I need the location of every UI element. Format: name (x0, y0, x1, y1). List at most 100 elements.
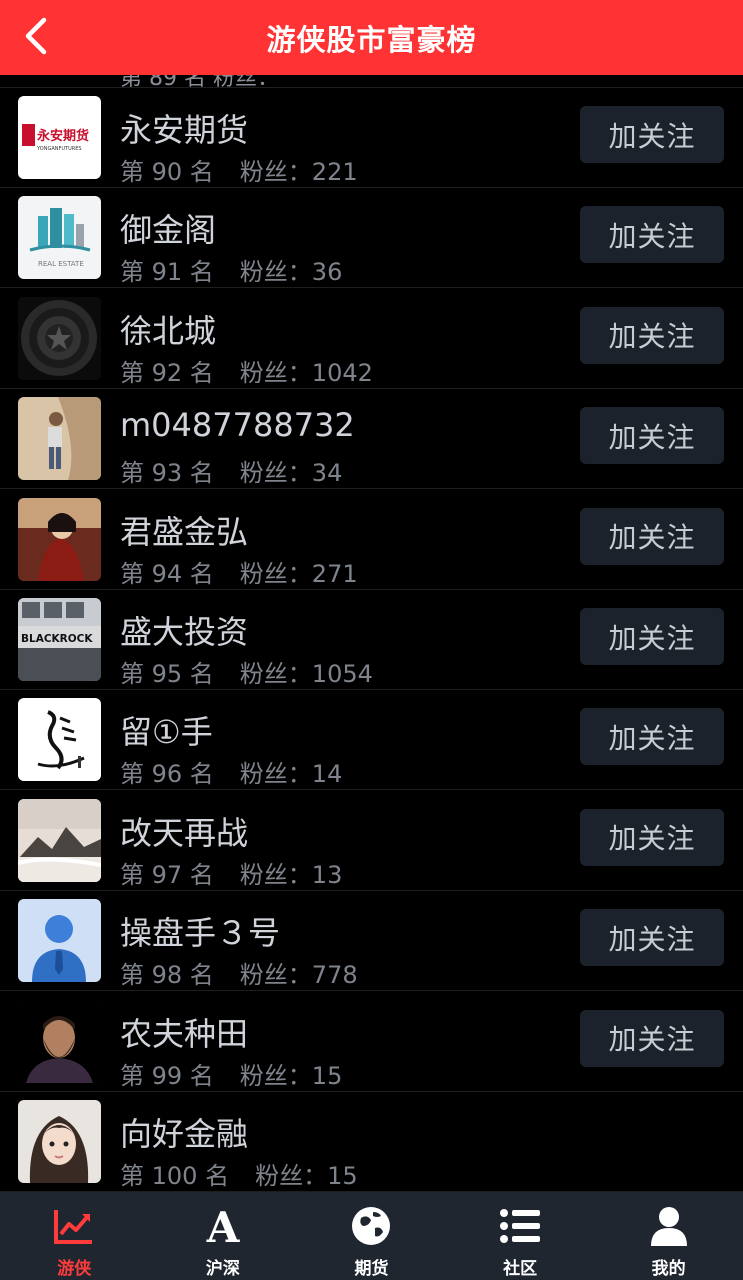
user-name[interactable]: m0487788732 (120, 406, 355, 444)
user-name[interactable]: 操盘手３号 (120, 908, 280, 954)
calligraphy-avatar[interactable] (18, 698, 101, 782)
list-icon (498, 1204, 542, 1248)
tab-3[interactable]: 期货 (297, 1192, 446, 1280)
follow-button[interactable]: 加关注 (580, 407, 724, 465)
girl-avatar[interactable] (18, 1100, 101, 1183)
blackrock-avatar[interactable]: BLACKROCK (18, 598, 101, 681)
rank-fans-line: 第 98 名粉丝：778 (120, 955, 358, 990)
default-user-avatar[interactable] (18, 899, 101, 983)
tab-2[interactable]: A 沪深 (149, 1192, 298, 1280)
bearded-man-avatar[interactable] (18, 999, 101, 1083)
tab-label: 游侠 (57, 1259, 92, 1279)
follow-button[interactable]: 加关注 (580, 306, 724, 364)
back-button[interactable] (18, 16, 58, 56)
tab-label: 沪深 (205, 1259, 240, 1279)
tab-4[interactable]: 社区 (446, 1192, 595, 1280)
rank-text: 第 96 名 (120, 760, 214, 789)
fans-label: 粉丝： (239, 358, 312, 387)
rank-text: 第 93 名 (120, 459, 214, 488)
user-name[interactable]: 徐北城 (120, 306, 216, 352)
chart-trend-icon (52, 1204, 96, 1248)
fans-count: 36 (311, 258, 343, 287)
user-name[interactable]: 盛大投资 (120, 607, 248, 653)
list-item[interactable]: m0487788732 第 93 名粉丝：34 加关注 (0, 389, 743, 490)
user-icon (647, 1204, 691, 1248)
list-item[interactable]: 农夫种田 第 99 名粉丝：15 加关注 (0, 992, 743, 1092)
tab-label: 我的 (651, 1259, 686, 1279)
title-bar: 游侠股市富豪榜 (0, 0, 743, 75)
warrior-avatar[interactable] (18, 497, 101, 581)
fans-label: 粉丝： (239, 559, 312, 588)
follow-button[interactable]: 加关注 (580, 1009, 724, 1067)
rank-fans-line: 第 94 名粉丝：271 (120, 554, 358, 589)
fans-count: 778 (311, 961, 358, 990)
list-item[interactable]: 君盛金弘 第 94 名粉丝：271 加关注 (0, 490, 743, 590)
rank-text: 第 95 名 (120, 660, 214, 688)
fans-label: 粉丝： (239, 158, 312, 186)
fans-count: 1054 (311, 660, 373, 688)
list-item[interactable]: REAL ESTATE 御金阁 第 91 名粉丝：36 加关注 (0, 188, 743, 289)
rank-fans-line: 第 99 名粉丝：15 (120, 1056, 342, 1091)
follow-button[interactable]: 加关注 (580, 909, 724, 967)
fans-label: 粉丝： (239, 860, 312, 889)
rank-fans-line: 第 95 名粉丝：1054 (120, 654, 373, 689)
fans-count: 1042 (311, 358, 373, 387)
svg-text:永安期货: 永安期货 (36, 128, 89, 144)
list-item[interactable]: BLACKROCK 盛大投资 第 95 名粉丝：1054 加关注 (0, 590, 743, 690)
follow-button[interactable]: 加关注 (580, 206, 724, 264)
user-name[interactable]: 御金阁 (120, 205, 216, 251)
user-name[interactable]: 向好金融 (120, 1109, 248, 1155)
rank-fans-line: 第 91 名粉丝：36 (120, 252, 342, 287)
ranking-list[interactable]: 第 89 名 粉丝： 永安期货 YONGANFUTURES 永安期货 第 90 … (0, 0, 743, 1192)
bottom-tab-bar: 游侠 A 沪深 期货 社区 我的 (0, 1192, 743, 1280)
rank-text: 第 90 名 (120, 158, 214, 186)
tab-5[interactable]: 我的 (594, 1192, 743, 1280)
climber-avatar[interactable] (18, 397, 101, 481)
user-name[interactable]: 永安期货 (120, 105, 248, 151)
letter-a-icon: A (201, 1204, 245, 1248)
rank-fans-line: 第 97 名粉丝：13 (120, 855, 342, 890)
list-item[interactable]: 永安期货 YONGANFUTURES 永安期货 第 90 名粉丝：221 加关注 (0, 88, 743, 188)
tab-label: 期货 (354, 1259, 389, 1279)
fans-count: 13 (311, 860, 343, 889)
tab-1[interactable]: 游侠 (0, 1192, 149, 1280)
svg-text:REAL ESTATE: REAL ESTATE (38, 260, 84, 268)
user-name[interactable]: 农夫种田 (120, 1009, 248, 1055)
list-item[interactable]: 操盘手３号 第 98 名粉丝：778 加关注 (0, 891, 743, 992)
chevron-left-icon (25, 17, 47, 55)
user-name[interactable]: 留①手 (120, 707, 213, 753)
rank-fans-line: 第 93 名粉丝：34 (120, 453, 342, 488)
real-estate-logo[interactable]: REAL ESTATE (18, 196, 101, 280)
list-item[interactable]: 向好金融 第 100 名粉丝：15 (0, 1092, 743, 1192)
yongan-logo[interactable]: 永安期货 YONGANFUTURES (18, 96, 101, 179)
user-name[interactable]: 改天再战 (120, 808, 248, 854)
shield-avatar[interactable] (18, 296, 101, 380)
rank-text: 第 94 名 (120, 559, 214, 588)
follow-button[interactable]: 加关注 (580, 106, 724, 163)
globe-icon (349, 1204, 393, 1248)
follow-button[interactable]: 加关注 (580, 507, 724, 565)
list-item[interactable]: 徐北城 第 92 名粉丝：1042 加关注 (0, 289, 743, 389)
fans-count: 221 (311, 158, 358, 186)
fans-count: 271 (311, 559, 358, 588)
list-item[interactable]: 改天再战 第 97 名粉丝：13 加关注 (0, 791, 743, 891)
fans-count: 15 (311, 1061, 343, 1090)
list-item[interactable]: 留①手 第 96 名粉丝：14 加关注 (0, 690, 743, 791)
follow-button[interactable]: 加关注 (580, 808, 724, 866)
rank-text: 第 97 名 (120, 860, 214, 889)
rank-fans-line: 第 92 名粉丝：1042 (120, 353, 373, 388)
rank-text: 第 98 名 (120, 961, 214, 990)
fans-label: 粉丝： (239, 660, 312, 688)
fans-label: 粉丝： (239, 459, 312, 488)
mountain-avatar[interactable] (18, 798, 101, 882)
fans-count: 34 (311, 459, 343, 488)
fans-label: 粉丝： (255, 1162, 328, 1190)
svg-text:A: A (206, 1204, 241, 1248)
fans-count: 14 (311, 760, 343, 789)
rank-fans-line: 第 90 名粉丝：221 (120, 152, 358, 187)
follow-button[interactable]: 加关注 (580, 708, 724, 766)
user-name[interactable]: 君盛金弘 (120, 507, 248, 553)
fans-label: 粉丝： (239, 258, 312, 287)
rank-fans-line: 第 96 名粉丝：14 (120, 754, 342, 789)
follow-button[interactable]: 加关注 (580, 608, 724, 665)
